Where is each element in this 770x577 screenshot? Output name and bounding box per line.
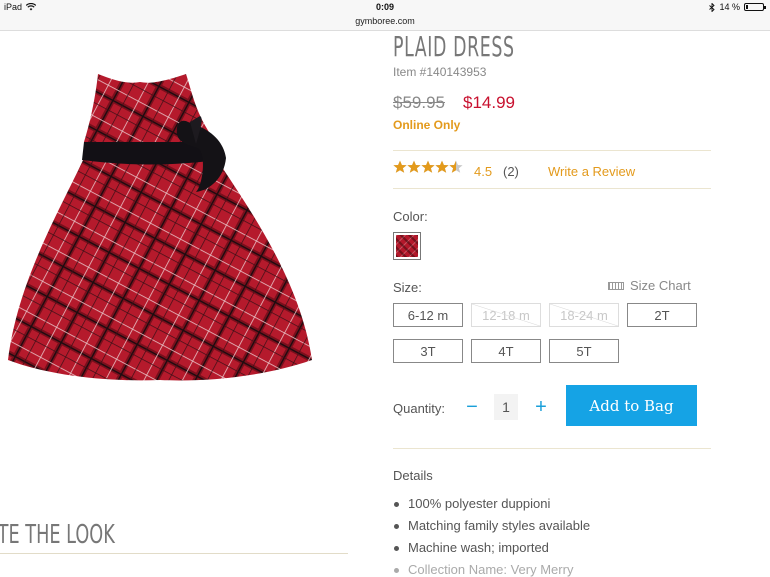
rating-stars[interactable]	[393, 160, 463, 174]
write-review-link[interactable]: Write a Review	[548, 164, 635, 179]
size-chart-link[interactable]: Size Chart	[608, 278, 691, 293]
size-option-5t[interactable]: 5T	[549, 339, 619, 363]
details-item: 100% polyester duppioni	[393, 496, 590, 518]
star-icon	[421, 160, 435, 173]
details-item: Collection Name: Very Merry	[393, 562, 590, 577]
battery-text: 14 %	[719, 2, 740, 12]
quantity-increase-button[interactable]: +	[530, 394, 552, 420]
quantity-label: Quantity:	[393, 401, 446, 416]
status-time: 0:09	[375, 2, 394, 12]
size-option-4t[interactable]: 4T	[471, 339, 541, 363]
color-swatch-red-plaid[interactable]	[393, 232, 421, 260]
size-option-2t[interactable]: 2T	[627, 303, 697, 327]
size-option-12-18m: 12-18 m	[471, 303, 541, 327]
complete-look-divider	[0, 553, 348, 554]
add-to-bag-button[interactable]: Add to Bag	[566, 385, 697, 426]
status-bar: iPad 0:09 14 %	[0, 0, 770, 14]
swatch-fill	[396, 235, 418, 257]
star-icon	[449, 160, 463, 173]
details-list: 100% polyester duppioni Matching family …	[393, 496, 590, 577]
divider	[393, 448, 711, 449]
details-item: Matching family styles available	[393, 518, 590, 540]
divider	[393, 188, 711, 189]
original-price: $59.95	[393, 93, 445, 112]
size-option-18-24m: 18-24 m	[549, 303, 619, 327]
star-icon	[393, 160, 407, 173]
details-item: Machine wash; imported	[393, 540, 590, 562]
battery-icon	[744, 3, 766, 11]
rating-value: 4.5	[474, 164, 493, 179]
size-label: Size:	[393, 280, 422, 295]
product-image[interactable]	[0, 60, 330, 390]
address-bar[interactable]: gymboree.com	[0, 14, 770, 31]
ruler-icon	[608, 281, 624, 290]
rating-count[interactable]: (2)	[503, 164, 519, 179]
star-icon	[407, 160, 421, 173]
availability-badge: Online Only	[393, 118, 461, 132]
star-icon	[435, 160, 449, 173]
product-title: PLAID DRESS	[393, 30, 515, 63]
quantity-decrease-button[interactable]: −	[462, 394, 482, 420]
complete-the-look-heading: PLETE THE LOOK	[0, 520, 115, 550]
divider	[393, 150, 711, 151]
status-right: 14 %	[709, 2, 766, 12]
item-number: Item #140143953	[393, 65, 487, 79]
sale-price: $14.99	[463, 93, 515, 112]
details-heading: Details	[393, 468, 433, 483]
battery-fill	[746, 5, 748, 9]
quantity-input[interactable]: 1	[494, 394, 518, 420]
bluetooth-icon	[709, 2, 716, 12]
size-chart-label: Size Chart	[630, 278, 691, 293]
size-option-6-12m[interactable]: 6-12 m	[393, 303, 463, 327]
size-option-3t[interactable]: 3T	[393, 339, 463, 363]
color-label: Color:	[393, 209, 428, 224]
